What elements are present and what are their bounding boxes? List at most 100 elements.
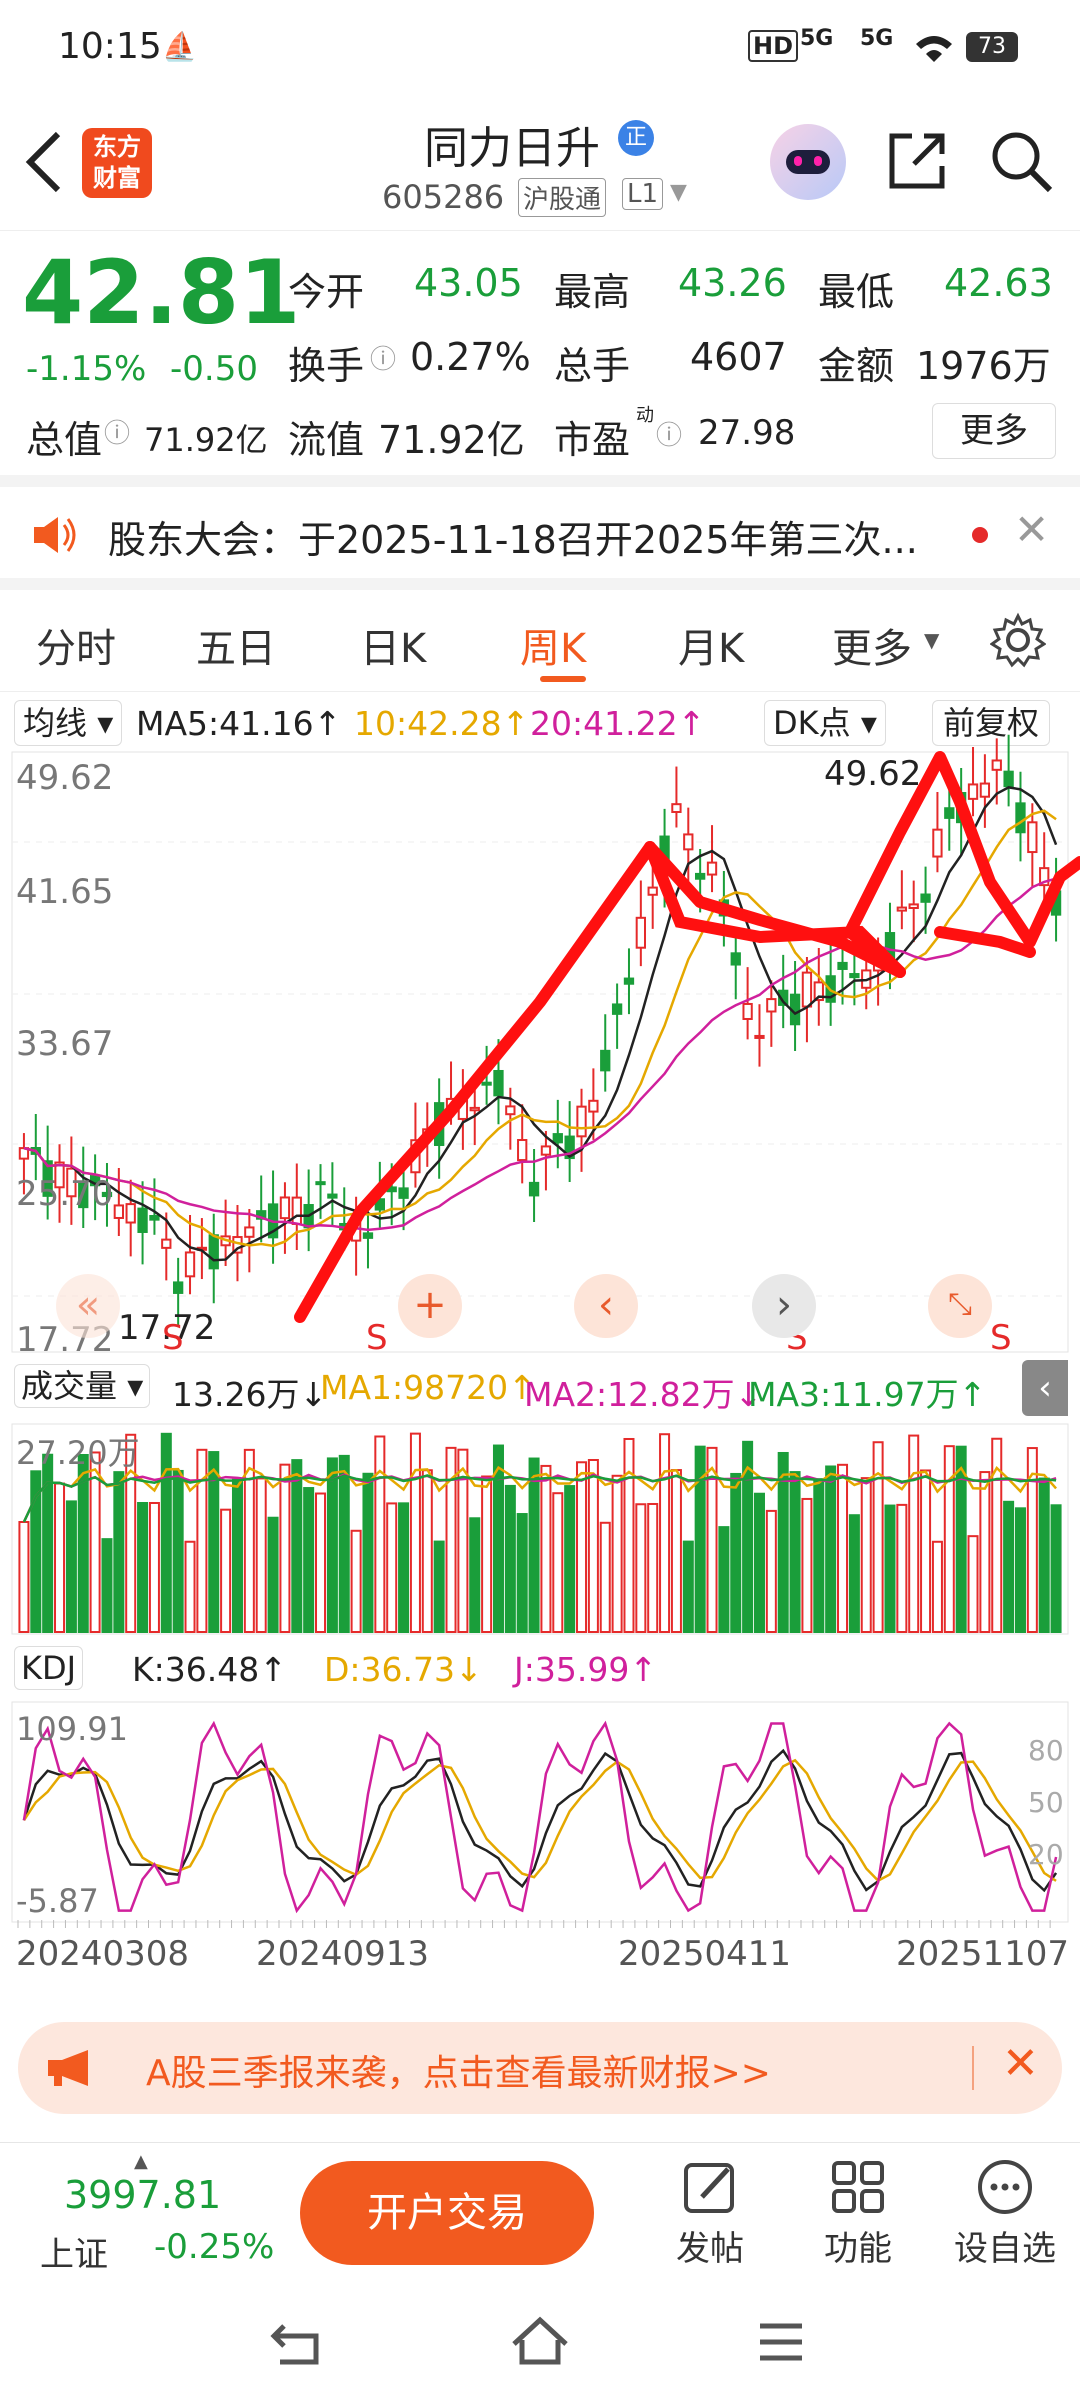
verified-badge: 正 [618,120,654,156]
ad-text: A股三季报来袭，点击查看最新财报>> [146,2053,771,2094]
speaker-icon [34,517,76,553]
notice-text: 股东大会：于2025-11-18召开2025年第三次... [108,518,918,562]
kdj-select[interactable]: KDJ [14,1646,84,1690]
chevron-right-icon[interactable]: › [752,1274,816,1338]
candle-body [161,1238,172,1249]
robot-assistant-icon[interactable] [770,124,846,200]
earnings-ad-banner[interactable]: A股三季报来袭，点击查看最新财报>> ✕ [18,2022,1062,2114]
settings-icon[interactable] [990,612,1046,668]
volume-bar [398,1502,410,1634]
volume-bar [670,1469,682,1633]
volume-bar [931,1540,943,1633]
back-icon[interactable] [22,130,66,194]
volume-bar [599,1521,611,1633]
candle-body [552,1133,563,1144]
volume-bar [291,1459,303,1634]
tab-five-day[interactable]: 五日 [196,616,276,674]
app-header: 东方 财富 同力日升 正 605286 沪股通 L1 ▼ [0,100,1080,230]
volume-bar [753,1492,765,1634]
info-icon-2[interactable]: ⓘ [104,413,130,450]
volume-bar [18,1521,30,1633]
tab-more[interactable]: 更多 [832,616,912,674]
volume-bar [1038,1477,1050,1633]
index-change: -0.25% [154,2227,275,2267]
candle-body [362,1232,374,1239]
candle-body [291,1196,302,1225]
change-percent: -1.15% [26,349,147,389]
unread-dot [972,527,988,543]
candle-body [742,1002,753,1020]
collapse-panel-icon[interactable]: ‹ [1022,1360,1068,1416]
volume-bar [516,1513,528,1634]
volume-select[interactable]: 成交量 ▾ [14,1364,151,1408]
more-button[interactable]: 更多 [932,403,1056,459]
info-icon[interactable]: ⓘ [370,339,396,376]
expand-icon[interactable]: ⤡ [928,1274,992,1338]
volume-bar [694,1445,706,1633]
chevron-left-icon[interactable]: ‹ [574,1274,638,1338]
kdj-d: D:36.73↓ [324,1650,483,1689]
volume-bar [564,1485,576,1633]
candle-body [623,977,635,985]
close-icon[interactable]: ✕ [1002,2038,1039,2089]
index-value[interactable]: 3997.81 [64,2173,221,2217]
candle-body [1015,802,1026,834]
candle-body [208,1234,219,1270]
volume-bar [587,1458,599,1634]
share-icon[interactable] [884,128,950,194]
app-logo[interactable]: 东方 财富 [82,128,152,198]
chevron-left-small-icon[interactable]: « [56,1274,120,1338]
volume-bar [552,1492,564,1633]
volume-bar [801,1497,813,1633]
candle-body [896,906,907,912]
open-value: 43.05 [414,261,523,305]
hand-drawn-annotation-3 [934,926,1036,958]
quote-panel: 42.81 -1.15% -0.50 今开 43.05 最高 43.26 最低 … [0,230,1080,470]
volume-bar [872,1441,884,1634]
add-watchlist-button[interactable]: 设自选 [950,2157,1060,2270]
float-value: 71.92亿 [378,418,525,462]
open-account-trade-button[interactable]: 开户交易 [300,2161,594,2265]
vol-ma3: MA3:11.97万↑ [748,1375,987,1414]
volume-bar [42,1453,54,1633]
max-price-label: 49.62 [824,754,922,794]
level-tag: L1 [622,178,664,210]
candle-body [244,1226,255,1238]
volume-bar [184,1540,196,1634]
tab-daily-k[interactable]: 日K [360,616,426,674]
turnover-label: 换手 [288,344,365,388]
function-button[interactable]: 功能 [808,2157,908,2270]
back-nav-icon[interactable] [270,2318,326,2368]
tab-weekly-k[interactable]: 周K [520,616,586,674]
candle-body [695,872,706,880]
market-tag: 沪股通 [518,178,607,217]
volume-bar [220,1508,232,1634]
home-icon[interactable] [510,2314,570,2368]
info-icon-3[interactable]: ⓘ [656,415,682,452]
kline-chart-area[interactable]: 均线 ▾ MA5:41.16↑ 10:42.28↑ 20:41.22↑ DK点 … [0,692,1080,2002]
menu-icon[interactable] [756,2320,806,2364]
notice-bar[interactable]: 股东大会：于2025-11-18召开2025年第三次... ✕ [0,475,1080,590]
kdj-ref-50: 50 [1028,1786,1064,1819]
candle-body [730,952,741,966]
volume-bar [789,1471,801,1633]
candle-body [979,782,991,798]
candle-body [944,807,955,819]
candle-body [754,1034,765,1039]
volume-bar [528,1457,540,1633]
dropdown-icon[interactable]: ▼ [670,180,687,205]
period-tabs: 分时 五日 日K 周K 月K 更多 ▼ [0,592,1080,692]
logo-text-2: 财富 [93,164,141,192]
post-button[interactable]: 发帖 [660,2157,760,2270]
open-label: 今开 [288,270,365,314]
tab-intraday[interactable]: 分时 [36,616,116,674]
zoom-in-icon[interactable]: + [398,1274,462,1338]
candle-body [801,971,813,1008]
kdj-bottom-label: -5.87 [16,1882,99,1920]
volume-bar [611,1474,623,1634]
candle-body [766,998,777,1013]
candle-body [184,1251,196,1278]
tab-monthly-k[interactable]: 月K [678,616,744,674]
close-icon[interactable]: ✕ [1014,505,1049,554]
search-icon[interactable] [988,128,1054,194]
